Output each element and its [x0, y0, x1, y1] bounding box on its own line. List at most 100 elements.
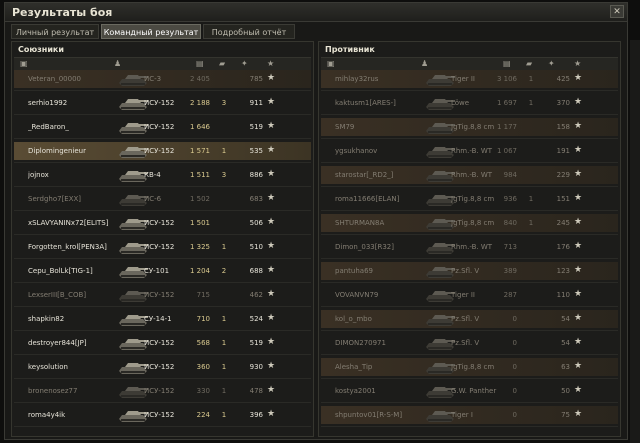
xp-column-icon[interactable]: ★ — [267, 59, 274, 69]
enemy-row[interactable]: DIMON270971 Pz.Sfl. V 0 54 ★ — [321, 334, 618, 352]
enemy-row[interactable]: shpuntov01[R-S-M] Tiger I 0 75 ★ — [321, 406, 618, 424]
damage-value: 1 325 — [189, 243, 210, 251]
enemy-row[interactable]: roma11666[ELAN] JgTig.8,8 cm 936 1 151 ★ — [321, 190, 618, 208]
kills-value: 1 — [528, 75, 534, 83]
tab-personal[interactable]: Личный результат — [11, 24, 99, 39]
star-icon: ★ — [267, 337, 276, 347]
close-icon: ✕ — [613, 7, 621, 17]
enemy-row[interactable]: kostya2001 G.W. Panther 0 50 ★ — [321, 382, 618, 400]
enemy-row[interactable]: VOVANVN79 Tiger II 287 110 ★ — [321, 286, 618, 304]
damage-value: 1 204 — [189, 267, 210, 275]
xp-value: 425 — [556, 75, 570, 83]
ally-row[interactable]: shapkin82 СУ-14-1 710 1 524 ★ — [14, 310, 311, 328]
star-icon: ★ — [574, 97, 583, 107]
row-divider — [321, 330, 618, 331]
row-divider — [14, 306, 311, 307]
star-icon: ★ — [574, 241, 583, 251]
enemy-row[interactable]: pantuha69 Pz.Sfl. V 389 123 ★ — [321, 262, 618, 280]
ally-row[interactable]: roma4y4ik ИСУ-152 224 1 396 ★ — [14, 406, 311, 424]
row-divider — [14, 138, 311, 139]
xp-value: 785 — [249, 75, 263, 83]
star-icon: ★ — [267, 121, 276, 131]
damage-value: 984 — [503, 171, 517, 179]
star-icon: ★ — [267, 289, 276, 299]
tab-detailed[interactable]: Подробный отчёт — [203, 24, 295, 39]
ally-row[interactable]: serhio1992 ИСУ-152 2 188 3 911 ★ — [14, 94, 311, 112]
enemy-row[interactable]: Dimon_033[R32] Rhm.-B. WT 713 176 ★ — [321, 238, 618, 256]
player-column-icon[interactable]: ▣ — [20, 59, 28, 69]
enemies-panel: Противник ▣ ♟ ▤ ▰ ✦ ★ mihlay32rus Tiger I… — [318, 41, 621, 437]
xp-value: 683 — [249, 195, 263, 203]
kills-value: 3 — [221, 171, 227, 179]
xp-value: 478 — [249, 387, 263, 395]
ally-row[interactable]: _RedBaron_ ИСУ-152 1 646 519 ★ — [14, 118, 311, 136]
close-button[interactable]: ✕ — [610, 5, 624, 18]
xp-value: 75 — [561, 411, 570, 419]
player-column-icon[interactable]: ▣ — [327, 59, 335, 69]
damage-value: 1 697 — [496, 99, 517, 107]
row-divider — [14, 162, 311, 163]
xp-value: 462 — [249, 291, 263, 299]
ally-row[interactable]: Forgotten_krol[PEN3A] ИСУ-152 1 325 1 510 ★ — [14, 238, 311, 256]
ally-row[interactable]: LexserIII[B_COB] ИСУ-152 715 462 ★ — [14, 286, 311, 304]
enemy-row[interactable]: Alesha_Tip JgTig.8,8 cm 0 63 ★ — [321, 358, 618, 376]
xp-value: 370 — [556, 99, 570, 107]
xp-value: 519 — [249, 339, 263, 347]
allies-header: Союзники — [18, 45, 64, 54]
star-icon: ★ — [267, 313, 276, 323]
star-icon: ★ — [267, 145, 276, 155]
row-divider — [321, 258, 618, 259]
xp-value: 229 — [556, 171, 570, 179]
xp-value: 510 — [249, 243, 263, 251]
ally-row[interactable]: Serdgho7[EXX] ИС-6 1 502 683 ★ — [14, 190, 311, 208]
title-bar[interactable]: Результаты боя ✕ — [5, 3, 627, 22]
enemy-row[interactable]: mihlay32rus Tiger II 3 106 1 425 ★ — [321, 70, 618, 88]
damage-value: 0 — [512, 315, 517, 323]
damage-value: 0 — [512, 363, 517, 371]
frags-column-icon[interactable]: ✦ — [241, 59, 248, 69]
damage-value: 389 — [503, 267, 517, 275]
enemy-row[interactable]: kol_o_mbo Pz.Sfl. V 0 54 ★ — [321, 310, 618, 328]
row-divider — [14, 282, 311, 283]
tank-column-icon[interactable]: ▰ — [526, 59, 532, 69]
ally-row[interactable]: Cepu_BolLk[TIG-1] СУ-101 1 204 2 688 ★ — [14, 262, 311, 280]
ally-row[interactable]: bronenosez77 ИСУ-152 330 1 478 ★ — [14, 382, 311, 400]
ally-row[interactable]: destroyer844[JP] ИСУ-152 568 1 519 ★ — [14, 334, 311, 352]
damage-column-icon[interactable]: ▤ — [196, 59, 204, 69]
kills-value: 1 — [221, 363, 227, 371]
ally-row[interactable]: xSLAVYANINx72[ELITS] ИСУ-152 1 501 506 ★ — [14, 214, 311, 232]
ally-row[interactable]: Diplomingenieur ИСУ-152 1 571 1 535 ★ — [14, 142, 311, 160]
star-icon: ★ — [574, 73, 583, 83]
star-icon: ★ — [574, 289, 583, 299]
frags-column-icon[interactable]: ✦ — [548, 59, 555, 69]
row-divider — [14, 426, 311, 427]
star-icon: ★ — [267, 409, 276, 419]
xp-column-icon[interactable]: ★ — [574, 59, 581, 69]
enemy-row[interactable]: starostar[_RD2_] Rhm.-B. WT 984 229 ★ — [321, 166, 618, 184]
damage-column-icon[interactable]: ▤ — [503, 59, 511, 69]
row-divider — [14, 330, 311, 331]
enemy-row[interactable]: ygsukhanov Rhm.-B. WT 1 067 191 ★ — [321, 142, 618, 160]
xp-value: 176 — [556, 243, 570, 251]
ally-row[interactable]: keysolution ИСУ-152 360 1 930 ★ — [14, 358, 311, 376]
tank-column-icon[interactable]: ▰ — [219, 59, 225, 69]
xp-value: 535 — [249, 147, 263, 155]
xp-value: 158 — [556, 123, 570, 131]
star-icon: ★ — [574, 409, 583, 419]
enemy-row[interactable]: SM79 JgTig.8,8 cm 1 177 158 ★ — [321, 118, 618, 136]
xp-value: 911 — [249, 99, 263, 107]
ally-row[interactable]: jojnox КВ-4 1 511 3 886 ★ — [14, 166, 311, 184]
ally-row[interactable]: Veteran_00000 ИС-3 2 405 785 ★ — [14, 70, 311, 88]
kills-value: 1 — [528, 195, 534, 203]
star-icon: ★ — [574, 169, 583, 179]
user-column-icon[interactable]: ♟ — [421, 59, 428, 69]
enemy-row[interactable]: SHTURMAN8A JgTig.8,8 cm 840 1 245 ★ — [321, 214, 618, 232]
allies-column-header: ▣ ♟ ▤ ▰ ✦ ★ — [14, 57, 311, 71]
tab-team[interactable]: Командный результат — [101, 24, 201, 39]
enemy-row[interactable]: kaktusm1[ARES-] Löwe 1 697 1 370 ★ — [321, 94, 618, 112]
xp-value: 151 — [556, 195, 570, 203]
row-divider — [321, 186, 618, 187]
user-column-icon[interactable]: ♟ — [114, 59, 121, 69]
xp-value: 54 — [561, 339, 570, 347]
row-divider — [321, 90, 618, 91]
